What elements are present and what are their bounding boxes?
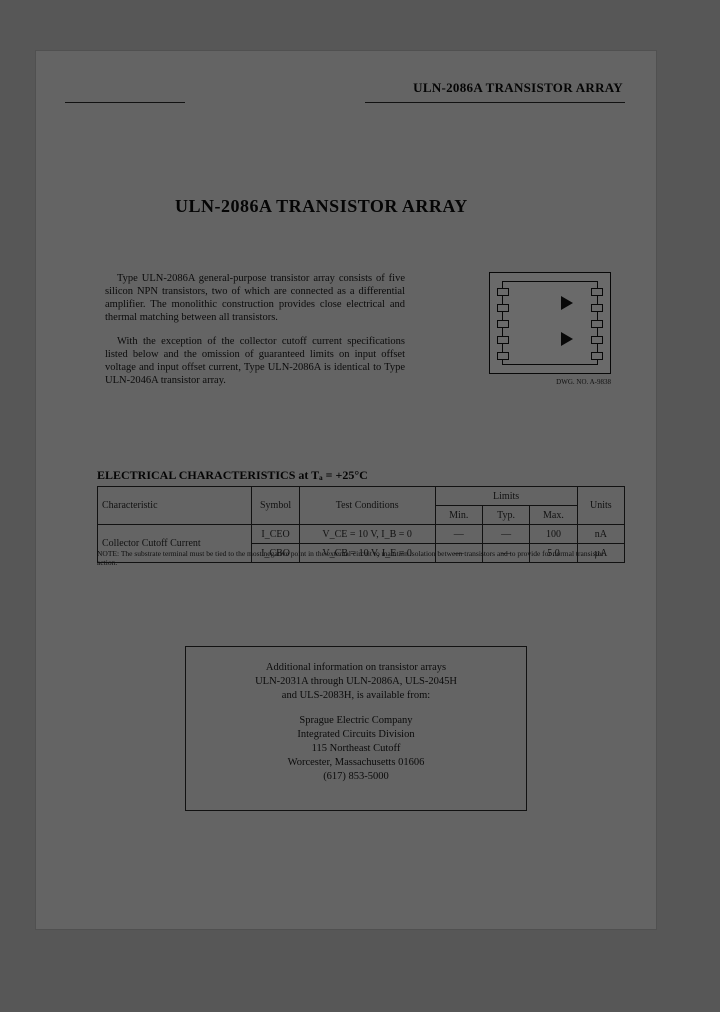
pin-icon xyxy=(497,352,509,360)
transistor-icon xyxy=(561,332,573,346)
info-intro: Additional information on transistor arr… xyxy=(196,661,516,704)
transistor-icon xyxy=(561,296,573,310)
col-limits: Limits xyxy=(435,487,577,506)
header-rule-right xyxy=(365,102,625,103)
col-typ: Typ. xyxy=(482,506,529,525)
pin-icon xyxy=(591,352,603,360)
cell-conditions: V_CE = 10 V, I_B = 0 xyxy=(299,525,435,544)
col-max: Max. xyxy=(530,506,577,525)
pin-icon xyxy=(591,288,603,296)
col-min: Min. xyxy=(435,506,482,525)
diagram-caption: DWG. NO. A-9838 xyxy=(556,378,611,386)
datasheet-page: ULN-2086A TRANSISTOR ARRAY ULN-2086A TRA… xyxy=(35,50,657,930)
cell-max: 100 xyxy=(530,525,577,544)
intro-text: Type ULN-2086A general-purpose transisto… xyxy=(105,272,405,397)
pin-icon xyxy=(497,336,509,344)
header-rule-left xyxy=(65,102,185,103)
pin-icon xyxy=(497,320,509,328)
pin-icon xyxy=(591,304,603,312)
page-title: ULN-2086A TRANSISTOR ARRAY xyxy=(175,196,468,217)
package-diagram xyxy=(489,272,611,374)
cell-typ: — xyxy=(482,525,529,544)
pin-icon xyxy=(591,336,603,344)
cell-units: nA xyxy=(577,525,624,544)
pin-icon xyxy=(497,288,509,296)
pin-icon xyxy=(497,304,509,312)
header-right-title: ULN-2086A TRANSISTOR ARRAY xyxy=(413,80,623,96)
table-header-row-1: Characteristic Symbol Test Conditions Li… xyxy=(98,487,625,506)
col-characteristic: Characteristic xyxy=(98,487,252,525)
intro-paragraph-2: With the exception of the collector cuto… xyxy=(105,335,405,388)
pin-icon xyxy=(591,320,603,328)
intro-paragraph-1: Type ULN-2086A general-purpose transisto… xyxy=(105,272,405,325)
additional-info-box: Additional information on transistor arr… xyxy=(185,646,527,811)
cell-min: — xyxy=(435,525,482,544)
address-line-2: Worcester, Massachusetts 01606 xyxy=(288,757,425,768)
table-note: NOTE: The substrate terminal must be tie… xyxy=(97,550,625,567)
table-row: Collector Cutoff Current I_CEO V_CE = 10… xyxy=(98,525,625,544)
info-line-3: and ULS-2083H, is available from: xyxy=(282,690,430,701)
info-line-1: Additional information on transistor arr… xyxy=(266,662,446,673)
col-test-conditions: Test Conditions xyxy=(299,487,435,525)
cell-symbol: I_CEO xyxy=(252,525,299,544)
info-line-2: ULN-2031A through ULN-2086A, ULS-2045H xyxy=(255,676,457,687)
company-name: Sprague Electric Company xyxy=(299,715,412,726)
electrical-characteristics-heading: ELECTRICAL CHARACTERISTICS at Tₐ = +25°C xyxy=(97,468,368,483)
phone-number: (617) 853-5000 xyxy=(323,771,389,782)
info-contact: Sprague Electric Company Integrated Circ… xyxy=(196,714,516,785)
address-line-1: 115 Northeast Cutoff xyxy=(312,743,401,754)
col-units: Units xyxy=(577,487,624,525)
col-symbol: Symbol xyxy=(252,487,299,525)
division-name: Integrated Circuits Division xyxy=(297,729,414,740)
page-header: ULN-2086A TRANSISTOR ARRAY xyxy=(35,50,657,120)
diagram-outline xyxy=(502,281,598,365)
